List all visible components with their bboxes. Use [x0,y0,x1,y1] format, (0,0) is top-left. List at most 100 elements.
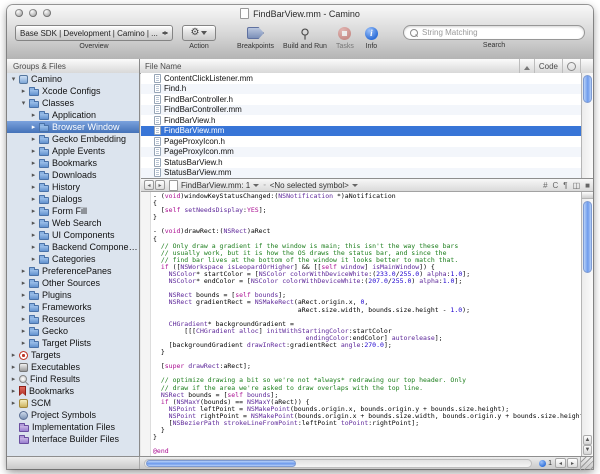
groups-files-header[interactable]: Groups & Files [7,59,140,73]
disclosure-triangle[interactable]: ▸ [19,291,28,299]
sidebar-item-implementation-files[interactable]: Implementation Files [7,421,139,433]
sidebar-item-web-search[interactable]: ▸Web Search [7,217,139,229]
sidebar-item-project-symbols[interactable]: Project Symbols [7,409,139,421]
counterpart-icon[interactable]: ◫ [573,181,581,190]
scrollbar-thumb[interactable] [583,75,592,103]
disclosure-triangle[interactable]: ▸ [19,339,28,347]
file-row-findbarcontroller-h[interactable]: FindBarController.h [141,94,581,105]
disclosure-triangle[interactable]: ▸ [29,231,38,239]
file-name-column-header[interactable]: File Name [145,62,181,71]
class-hierarchy-icon[interactable]: C [553,181,559,190]
scroll-right-button[interactable]: ▸ [567,458,578,468]
disclosure-triangle[interactable]: ▸ [29,159,38,167]
sidebar-item-backend-components[interactable]: ▸Backend Components [7,241,139,253]
sidebar-item-bookmarks[interactable]: ▸Bookmarks [7,385,139,397]
file-list[interactable]: ContentClickListener.mmFind.hFindBarCont… [141,73,581,178]
titlebar[interactable]: FindBarView.mm - Camino [7,5,593,22]
sidebar-item-gecko-embedding[interactable]: ▸Gecko Embedding [7,133,139,145]
forward-button[interactable]: ▸ [155,180,165,190]
symbol-popup[interactable]: <No selected symbol> [270,181,358,190]
sidebar-item-history[interactable]: ▸History [7,181,139,193]
disclosure-triangle[interactable]: ▸ [29,243,38,251]
sidebar-item-camino[interactable]: ▾Camino [7,73,139,85]
sidebar-item-categories[interactable]: ▸Categories [7,253,139,265]
disclosure-triangle[interactable]: ▸ [19,303,28,311]
file-row-contentclicklistener-mm[interactable]: ContentClickListener.mm [141,73,581,84]
file-row-pageproxyicon-mm[interactable]: PageProxyIcon.mm [141,147,581,158]
sidebar-item-preferencepanes[interactable]: ▸PreferencePanes [7,265,139,277]
tasks-button[interactable] [336,25,353,41]
disclosure-triangle[interactable]: ▸ [29,219,38,227]
target-column-header[interactable] [562,59,580,73]
disclosure-triangle[interactable]: ▸ [19,267,28,275]
horizontal-scrollbar[interactable] [144,459,532,468]
scroll-up-button[interactable]: ▲ [583,435,592,445]
file-row-statusbarview-h[interactable]: StatusBarView.h [141,157,581,168]
sidebar-item-interface-builder-files[interactable]: Interface Builder Files [7,433,139,445]
sidebar-item-resources[interactable]: ▸Resources [7,313,139,325]
disclosure-triangle[interactable]: ▾ [9,75,18,83]
file-row-findbarview-mm[interactable]: FindBarView.mm [141,126,581,137]
disclosure-triangle[interactable]: ▸ [29,255,38,263]
sidebar-item-classes[interactable]: ▾Classes [7,97,139,109]
resize-grip[interactable] [580,457,593,470]
sidebar-item-dialogs[interactable]: ▸Dialogs [7,193,139,205]
editor-scrollbar[interactable]: ▲ ▼ [581,192,593,456]
bookmarks-menu-icon[interactable]: # [543,181,547,190]
back-button[interactable]: ◂ [144,180,154,190]
disclosure-triangle[interactable]: ▸ [29,171,38,179]
disclosure-triangle[interactable]: ▸ [19,279,28,287]
disclosure-triangle[interactable]: ▸ [29,195,38,203]
file-popup[interactable]: FindBarView.mm: 1 [169,180,259,191]
file-row-statusbarview-mm[interactable]: StatusBarView.mm [141,168,581,179]
sidebar-item-target-plists[interactable]: ▸Target Plists [7,337,139,349]
build-and-run-button[interactable]: ⚲ [298,25,312,41]
scrollbar-thumb[interactable] [583,201,592,273]
groups-files-tree[interactable]: ▾Camino▸Xcode Configs▾Classes▸Applicatio… [7,73,140,456]
action-button[interactable]: ⚙ [182,25,216,41]
disclosure-triangle[interactable]: ▸ [9,399,18,407]
disclosure-triangle[interactable]: ▾ [19,99,28,107]
disclosure-triangle[interactable]: ▸ [9,375,18,383]
included-files-icon[interactable]: ¶ [563,181,567,190]
sidebar-item-other-sources[interactable]: ▸Other Sources [7,277,139,289]
split-editor-handle[interactable] [581,192,593,199]
sidebar-item-scm[interactable]: ▸SCM [7,397,139,409]
sidebar-item-executables[interactable]: ▸Executables [7,361,139,373]
disclosure-triangle[interactable]: ▸ [9,351,18,359]
minimize-button[interactable] [29,9,37,17]
file-list-scrollbar[interactable] [581,73,593,178]
sidebar-item-gecko[interactable]: ▸Gecko [7,325,139,337]
sidebar-item-downloads[interactable]: ▸Downloads [7,169,139,181]
scroll-left-button[interactable]: ◂ [555,458,566,468]
close-button[interactable] [15,9,23,17]
file-row-findbarcontroller-mm[interactable]: FindBarController.mm [141,105,581,116]
sidebar-item-apple-events[interactable]: ▸Apple Events [7,145,139,157]
sidebar-item-targets[interactable]: ▸Targets [7,349,139,361]
status-count[interactable]: 1 [539,460,552,467]
file-row-pageproxyicon-h[interactable]: PageProxyIcon.h [141,136,581,147]
scroll-down-button[interactable]: ▼ [583,445,592,455]
sidebar-item-bookmarks[interactable]: ▸Bookmarks [7,157,139,169]
breakpoints-button[interactable] [245,25,266,41]
disclosure-triangle[interactable]: ▸ [29,207,38,215]
disclosure-triangle[interactable]: ▸ [29,147,38,155]
sidebar-item-xcode-configs[interactable]: ▸Xcode Configs [7,85,139,97]
info-button[interactable]: i [363,25,380,41]
disclosure-triangle[interactable]: ▸ [9,387,18,395]
file-row-find-h[interactable]: Find.h [141,84,581,95]
file-list-header[interactable]: File Name Code [140,59,593,73]
disclosure-triangle[interactable]: ▸ [19,315,28,323]
sidebar-item-plugins[interactable]: ▸Plugins [7,289,139,301]
zoom-button[interactable] [43,9,51,17]
sidebar-item-frameworks[interactable]: ▸Frameworks [7,301,139,313]
disclosure-triangle[interactable]: ▸ [29,183,38,191]
disclosure-triangle[interactable]: ▸ [9,363,18,371]
code-editor[interactable]: - (void)windowKeyStatusChanged:(NSNotifi… [151,192,581,456]
file-row-findbarview-h[interactable]: FindBarView.h [141,115,581,126]
overview-popup[interactable]: Base SDK | Development | Camino | ... [15,25,173,41]
sidebar-item-find-results[interactable]: ▸Find Results [7,373,139,385]
code-column-header[interactable]: Code [534,59,562,73]
sidebar-item-form-fill[interactable]: ▸Form Fill [7,205,139,217]
disclosure-triangle[interactable]: ▸ [19,327,28,335]
